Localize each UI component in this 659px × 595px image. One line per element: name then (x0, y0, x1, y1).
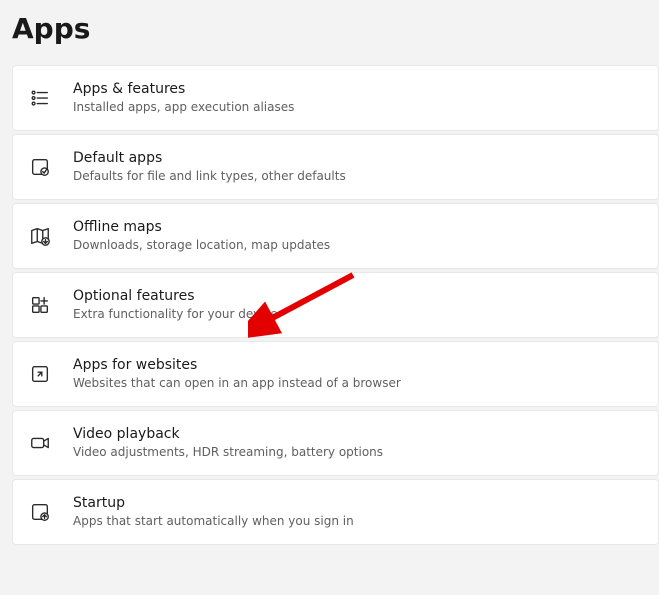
optional-features-icon (29, 294, 51, 316)
startup-icon (29, 501, 51, 523)
row-video-playback[interactable]: Video playback Video adjustments, HDR st… (12, 410, 659, 476)
video-playback-icon (29, 432, 51, 454)
row-apps-and-features[interactable]: Apps & features Installed apps, app exec… (12, 65, 659, 131)
apps-for-websites-icon (29, 363, 51, 385)
row-apps-for-websites[interactable]: Apps for websites Websites that can open… (12, 341, 659, 407)
row-startup[interactable]: Startup Apps that start automatically wh… (12, 479, 659, 545)
row-subtitle: Downloads, storage location, map updates (73, 238, 330, 254)
row-optional-features[interactable]: Optional features Extra functionality fo… (12, 272, 659, 338)
row-subtitle: Video adjustments, HDR streaming, batter… (73, 445, 383, 461)
row-title: Offline maps (73, 218, 330, 236)
row-subtitle: Extra functionality for your device (73, 307, 278, 323)
page-title: Apps (0, 0, 659, 65)
row-title: Default apps (73, 149, 346, 167)
row-title: Optional features (73, 287, 278, 305)
row-subtitle: Apps that start automatically when you s… (73, 514, 354, 530)
apps-features-icon (29, 87, 51, 109)
row-subtitle: Websites that can open in an app instead… (73, 376, 401, 392)
default-apps-icon (29, 156, 51, 178)
row-title: Video playback (73, 425, 383, 443)
row-title: Apps for websites (73, 356, 401, 374)
row-subtitle: Installed apps, app execution aliases (73, 100, 294, 116)
offline-maps-icon (29, 225, 51, 247)
row-default-apps[interactable]: Default apps Defaults for file and link … (12, 134, 659, 200)
row-title: Startup (73, 494, 354, 512)
row-title: Apps & features (73, 80, 294, 98)
row-subtitle: Defaults for file and link types, other … (73, 169, 346, 185)
row-offline-maps[interactable]: Offline maps Downloads, storage location… (12, 203, 659, 269)
settings-list: Apps & features Installed apps, app exec… (0, 65, 659, 545)
